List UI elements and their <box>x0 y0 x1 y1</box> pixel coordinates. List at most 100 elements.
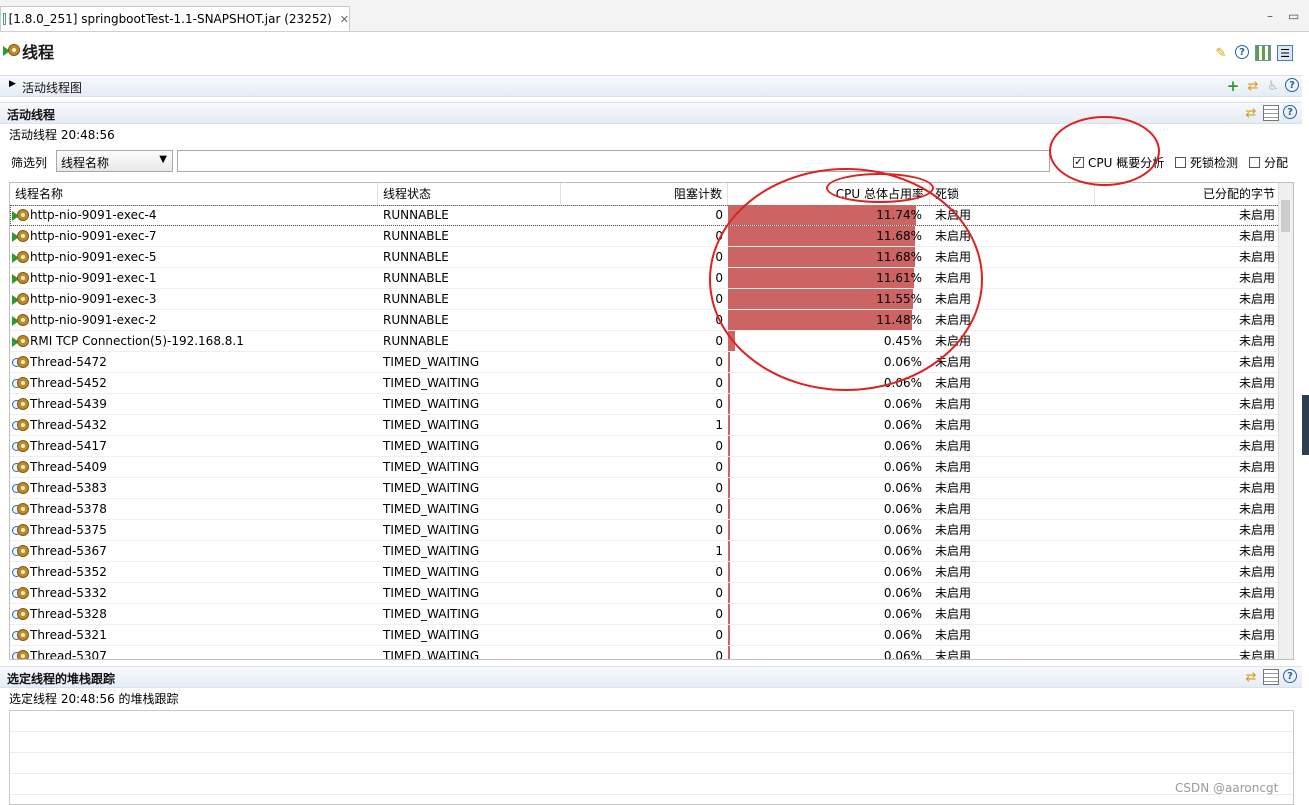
stack-trace-list[interactable] <box>9 710 1294 805</box>
help-icon[interactable]: ? <box>1283 669 1297 683</box>
cell-deadlock: 未启用 <box>935 439 972 453</box>
cell-allocated-bytes: 未启用 <box>1238 481 1275 495</box>
column-header-thread-state[interactable]: 线程状态 <box>378 183 561 205</box>
cell-blocked-count: 0 <box>715 628 723 642</box>
table-row[interactable]: Thread-5417 TIMED_WAITING 0 0.06% 未启用 未启用 <box>10 436 1280 457</box>
table-row[interactable]: http-nio-9091-exec-5 RUNNABLE 0 11.68% 未启用 未启… <box>10 247 1280 268</box>
thread-graph-section-bar[interactable]: ▶ 活动线程图 + ⇄ ♿ ? <box>0 75 1302 97</box>
cell-thread-name: Thread-5367 <box>30 544 107 558</box>
cell-deadlock: 未启用 <box>935 418 972 432</box>
cell-allocated-bytes: 未启用 <box>1238 208 1275 222</box>
cell-cpu-usage: 11.68% <box>876 250 922 264</box>
cell-deadlock: 未启用 <box>935 229 972 243</box>
table-row[interactable]: http-nio-9091-exec-2 RUNNABLE 0 11.48% 未启用 未启… <box>10 310 1280 331</box>
layout-list-icon[interactable]: ☰ <box>1277 45 1293 61</box>
accessibility-icon[interactable]: ♿ <box>1265 78 1281 94</box>
table-scrollbar[interactable] <box>1278 183 1293 659</box>
close-icon[interactable]: ✕ <box>340 13 349 26</box>
table-row[interactable]: Thread-5328 TIMED_WAITING 0 0.06% 未启用 未启用 <box>10 604 1280 625</box>
layout-grid-icon[interactable] <box>1255 45 1271 61</box>
allocation-checkbox[interactable]: 分配 <box>1249 154 1288 171</box>
column-header-allocated-bytes[interactable]: 已分配的字节 <box>1095 183 1280 205</box>
table-row[interactable]: http-nio-9091-exec-7 RUNNABLE 0 11.68% 未启用 未启… <box>10 226 1280 247</box>
cell-thread-state: TIMED_WAITING <box>383 502 480 516</box>
jvm-icon <box>3 13 6 25</box>
table-row[interactable]: http-nio-9091-exec-3 RUNNABLE 0 11.55% 未启用 未启… <box>10 289 1280 310</box>
table-row[interactable]: Thread-5375 TIMED_WAITING 0 0.06% 未启用 未启用 <box>10 520 1280 541</box>
table-row[interactable]: RMI TCP Connection(5)-192.168.8.1 RUNNABL… <box>10 331 1280 352</box>
cell-deadlock: 未启用 <box>935 649 972 660</box>
cell-blocked-count: 0 <box>715 355 723 369</box>
editor-tab[interactable]: [1.8.0_251] springbootTest-1.1-SNAPSHOT.… <box>0 6 350 31</box>
table-row[interactable]: http-nio-9091-exec-4 RUNNABLE 0 11.74% 未启用 未启… <box>10 205 1280 226</box>
filter-column-select[interactable]: 线程名称 ▼ <box>56 150 173 172</box>
help-icon[interactable]: ? <box>1235 45 1249 59</box>
cell-blocked-count: 0 <box>715 208 723 222</box>
cell-blocked-count: 0 <box>715 250 723 264</box>
cell-allocated-bytes: 未启用 <box>1238 502 1275 516</box>
add-icon[interactable]: + <box>1225 77 1241 95</box>
side-panel-handle[interactable] <box>1302 395 1309 455</box>
cpu-profiling-checkbox[interactable]: ✓ CPU 概要分析 <box>1073 154 1164 171</box>
table-row[interactable]: Thread-5432 TIMED_WAITING 1 0.06% 未启用 未启用 <box>10 415 1280 436</box>
refresh-icon[interactable]: ⇄ <box>1243 669 1259 685</box>
minimize-icon[interactable]: – <box>1267 9 1273 23</box>
table-row[interactable]: Thread-5409 TIMED_WAITING 0 0.06% 未启用 未启用 <box>10 457 1280 478</box>
pin-icon[interactable]: ✎ <box>1213 45 1229 61</box>
cell-deadlock: 未启用 <box>935 523 972 537</box>
cell-thread-state: RUNNABLE <box>383 334 449 348</box>
table-row[interactable]: Thread-5367 TIMED_WAITING 1 0.06% 未启用 未启用 <box>10 541 1280 562</box>
table-row[interactable]: Thread-5332 TIMED_WAITING 0 0.06% 未启用 未启用 <box>10 583 1280 604</box>
table-row[interactable]: http-nio-9091-exec-1 RUNNABLE 0 11.61% 未启用 未启… <box>10 268 1280 289</box>
cell-thread-name: Thread-5452 <box>30 376 107 390</box>
cell-blocked-count: 0 <box>715 376 723 390</box>
cell-allocated-bytes: 未启用 <box>1238 628 1275 642</box>
cell-thread-name: http-nio-9091-exec-5 <box>30 250 157 264</box>
checkbox-box[interactable] <box>1249 157 1260 168</box>
help-icon[interactable]: ? <box>1285 78 1299 92</box>
table-row[interactable]: Thread-5472 TIMED_WAITING 0 0.06% 未启用 未启用 <box>10 352 1280 373</box>
table-row[interactable]: Thread-5378 TIMED_WAITING 0 0.06% 未启用 未启用 <box>10 499 1280 520</box>
table-row[interactable]: Thread-5352 TIMED_WAITING 0 0.06% 未启用 未启用 <box>10 562 1280 583</box>
expand-arrow-icon[interactable]: ▶ <box>9 79 16 89</box>
cell-blocked-count: 0 <box>715 292 723 306</box>
column-header-deadlock[interactable]: 死锁 <box>930 183 1095 205</box>
scrollbar-thumb[interactable] <box>1281 200 1290 232</box>
table-row[interactable]: Thread-5439 TIMED_WAITING 0 0.06% 未启用 未启用 <box>10 394 1280 415</box>
column-header-cpu-usage[interactable]: CPU 总体占用率 <box>728 183 930 205</box>
stack-trace-timestamp: 选定线程 20:48:56 的堆栈跟踪 <box>9 692 179 706</box>
header-toolbar: ✎ ? ☰ <box>1213 45 1293 61</box>
checkbox-box[interactable]: ✓ <box>1073 157 1084 168</box>
filter-input[interactable] <box>177 150 1050 172</box>
cell-blocked-count: 0 <box>715 502 723 516</box>
checkbox-box[interactable] <box>1175 157 1186 168</box>
table-icon[interactable] <box>1263 669 1279 685</box>
cell-thread-state: TIMED_WAITING <box>383 649 480 660</box>
refresh-icon[interactable]: ⇄ <box>1245 78 1261 94</box>
table-row[interactable]: Thread-5383 TIMED_WAITING 0 0.06% 未启用 未启用 <box>10 478 1280 499</box>
cell-blocked-count: 0 <box>715 607 723 621</box>
cell-thread-state: TIMED_WAITING <box>383 481 480 495</box>
table-header: 线程名称 线程状态 阻塞计数 CPU 总体占用率 死锁 已分配的字节 <box>10 183 1280 206</box>
deadlock-detection-checkbox[interactable]: 死锁检测 <box>1175 154 1238 171</box>
table-row[interactable]: Thread-5452 TIMED_WAITING 0 0.06% 未启用 未启用 <box>10 373 1280 394</box>
table-row[interactable]: Thread-5321 TIMED_WAITING 0 0.06% 未启用 未启用 <box>10 625 1280 646</box>
cell-cpu-usage: 11.48% <box>876 313 922 327</box>
cell-deadlock: 未启用 <box>935 397 972 411</box>
cell-thread-state: RUNNABLE <box>383 229 449 243</box>
cell-blocked-count: 0 <box>715 313 723 327</box>
cell-cpu-usage: 0.06% <box>883 565 922 579</box>
refresh-icon[interactable]: ⇄ <box>1243 105 1259 121</box>
cell-thread-state: TIMED_WAITING <box>383 355 480 369</box>
maximize-icon[interactable]: ▭ <box>1288 9 1299 23</box>
cell-deadlock: 未启用 <box>935 313 972 327</box>
help-icon[interactable]: ? <box>1283 105 1297 119</box>
page-header <box>0 32 1309 68</box>
table-icon[interactable] <box>1263 105 1279 121</box>
column-header-blocked-count[interactable]: 阻塞计数 <box>561 183 728 205</box>
table-row[interactable]: Thread-5307 TIMED_WAITING 0 0.06% 未启用 未启用 <box>10 646 1280 660</box>
cell-blocked-count: 0 <box>715 271 723 285</box>
cell-thread-name: Thread-5332 <box>30 586 107 600</box>
cell-allocated-bytes: 未启用 <box>1238 376 1275 390</box>
column-header-thread-name[interactable]: 线程名称 <box>10 183 378 205</box>
